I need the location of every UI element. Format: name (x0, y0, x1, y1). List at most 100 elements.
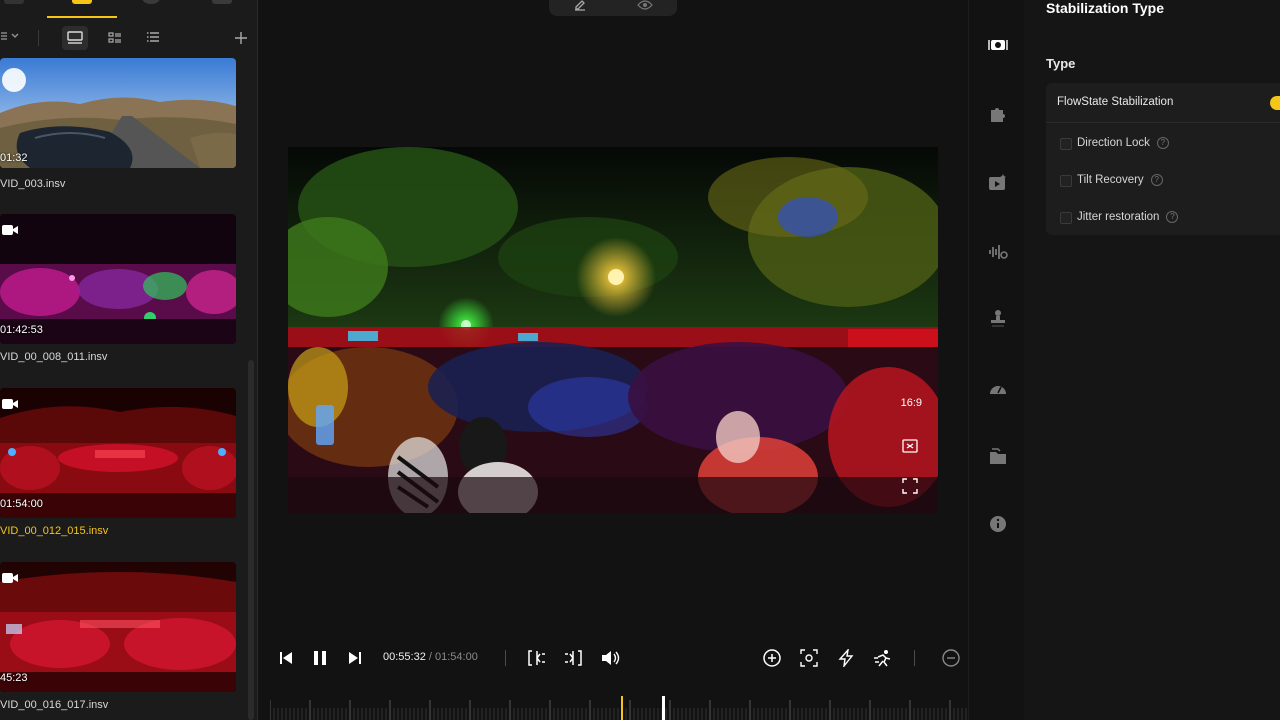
playback-controls: 00:55:32 / 01:54:00 (270, 640, 970, 676)
pause-icon (314, 651, 326, 665)
effects-tool-button[interactable] (987, 171, 1009, 193)
trim-end-button[interactable] (561, 646, 585, 670)
pause-button[interactable] (308, 646, 332, 670)
aspect-ratio-label[interactable]: 16:9 (901, 397, 922, 409)
total-time: 01:54:00 (435, 651, 478, 663)
stamp-tool-button[interactable] (987, 308, 1009, 330)
tilt-recovery-checkbox[interactable] (1060, 175, 1072, 187)
zoom-out-icon (942, 649, 960, 667)
files-tool-button[interactable] (987, 445, 1009, 467)
eye-icon[interactable] (637, 0, 653, 11)
direction-lock-checkbox[interactable] (1060, 138, 1072, 150)
clip-duration: 45:23 (0, 672, 28, 684)
timeline-marker (621, 696, 623, 720)
current-time: 00:55:32 (383, 651, 426, 663)
playback-time: 00:55:32 / 01:54:00 (383, 651, 478, 663)
ai-edit-button[interactable] (834, 646, 858, 670)
playhead[interactable] (662, 696, 665, 720)
timeline[interactable] (270, 692, 970, 720)
media-item[interactable]: 01:32 VID_003.insv (0, 58, 236, 190)
plugin-tool-button[interactable] (987, 103, 1009, 125)
direction-lock-row: Direction Lock? (1077, 137, 1169, 149)
clip-duration: 01:32 (0, 152, 28, 164)
sort-icon (1, 32, 19, 40)
video-camera-icon (2, 225, 18, 235)
help-icon[interactable]: ? (1166, 211, 1179, 223)
active-tab-underline (47, 16, 117, 18)
grid-view-button[interactable] (102, 26, 128, 50)
media-item[interactable]: 01:54:00 VID_00_012_015.insv (0, 388, 236, 537)
list-view-button[interactable] (140, 26, 166, 50)
fullscreen-icon[interactable] (902, 478, 918, 494)
list-view-icon (147, 32, 159, 42)
flowstate-label: FlowState Stabilization (1057, 96, 1174, 108)
tilt-recovery-label: Tilt Recovery (1077, 174, 1144, 186)
volume-button[interactable] (599, 646, 623, 670)
info-tool-button[interactable] (987, 513, 1009, 535)
media-toolbar (0, 24, 257, 52)
tab-media[interactable] (72, 0, 92, 4)
puzzle-icon (991, 108, 1005, 122)
info-icon (990, 516, 1006, 532)
trim-start-button[interactable] (525, 646, 549, 670)
next-button[interactable] (343, 646, 367, 670)
speed-tool-button[interactable] (987, 377, 1009, 399)
clip-filename: VID_00_008_011.insv (0, 351, 108, 363)
view-mode-toolbar (549, 0, 677, 16)
camera-stabilize-icon (988, 40, 1008, 50)
help-icon[interactable]: ? (1150, 174, 1163, 186)
jitter-restoration-option[interactable]: Jitter restoration? (1060, 209, 1280, 227)
tool-rail (968, 0, 1024, 720)
large-thumbnail-icon (67, 31, 83, 44)
audio-settings-icon (989, 245, 1008, 259)
clip-thumbnail[interactable] (0, 58, 236, 168)
trim-end-icon (565, 650, 582, 666)
video-preview[interactable]: 16:9 (288, 147, 938, 513)
large-thumbnail-view-button[interactable] (62, 26, 88, 50)
controls-divider (505, 650, 506, 666)
thumbnail-party-red-2 (0, 562, 236, 692)
zoom-out-button[interactable] (939, 646, 963, 670)
clip-duration: 01:42:53 (0, 324, 43, 336)
help-icon[interactable]: ? (1156, 137, 1169, 149)
toolbar-divider (38, 30, 39, 46)
tab-4[interactable] (212, 0, 232, 4)
running-figure-icon (874, 650, 891, 667)
sort-dropdown[interactable] (0, 30, 22, 45)
speedometer-icon (990, 386, 1006, 394)
clip-filename: VID_00_016_017.insv (0, 699, 109, 711)
tab-1[interactable] (4, 0, 24, 4)
skip-back-icon (280, 652, 292, 664)
direction-lock-option[interactable]: Direction Lock? (1060, 135, 1280, 153)
speed-ramp-button[interactable] (871, 646, 895, 670)
add-keyframe-button[interactable] (760, 646, 784, 670)
previous-button[interactable] (274, 646, 298, 670)
media-item[interactable]: 01:42:53 VID_00_008_011.insv (0, 214, 236, 363)
lightning-icon (838, 649, 854, 667)
tilt-recovery-option[interactable]: Tilt Recovery? (1060, 172, 1280, 190)
thumbnail-desert-road (0, 58, 236, 168)
jitter-restoration-checkbox[interactable] (1060, 212, 1072, 224)
media-item[interactable]: 45:23 VID_00_016_017.insv (0, 562, 236, 711)
audio-tool-button[interactable] (987, 241, 1009, 263)
jitter-restoration-label: Jitter restoration (1077, 211, 1160, 223)
target-icon (800, 649, 818, 667)
tilt-recovery-row: Tilt Recovery? (1077, 174, 1163, 186)
tab-3[interactable] (142, 0, 160, 4)
target-track-button[interactable] (797, 646, 821, 670)
add-circle-icon (763, 649, 781, 667)
add-media-button[interactable] (228, 26, 254, 50)
clip-thumbnail[interactable] (0, 562, 236, 692)
app-window: 01:32 VID_003.insv 01:42:53 VID_00_008_0… (0, 0, 1280, 720)
media-panel: 01:32 VID_003.insv 01:42:53 VID_00_008_0… (0, 0, 258, 720)
time-separator: / (425, 651, 435, 663)
preview-frame-party (288, 147, 938, 513)
media-tabs (0, 0, 257, 18)
exit-view-icon[interactable] (902, 438, 918, 454)
stabilization-tool-button[interactable] (987, 34, 1009, 56)
edit-icon[interactable] (573, 0, 587, 12)
media-scrollbar[interactable] (248, 360, 254, 720)
zoom-divider (914, 650, 915, 666)
video-camera-icon (2, 399, 18, 409)
flowstate-toggle[interactable] (1270, 96, 1280, 110)
